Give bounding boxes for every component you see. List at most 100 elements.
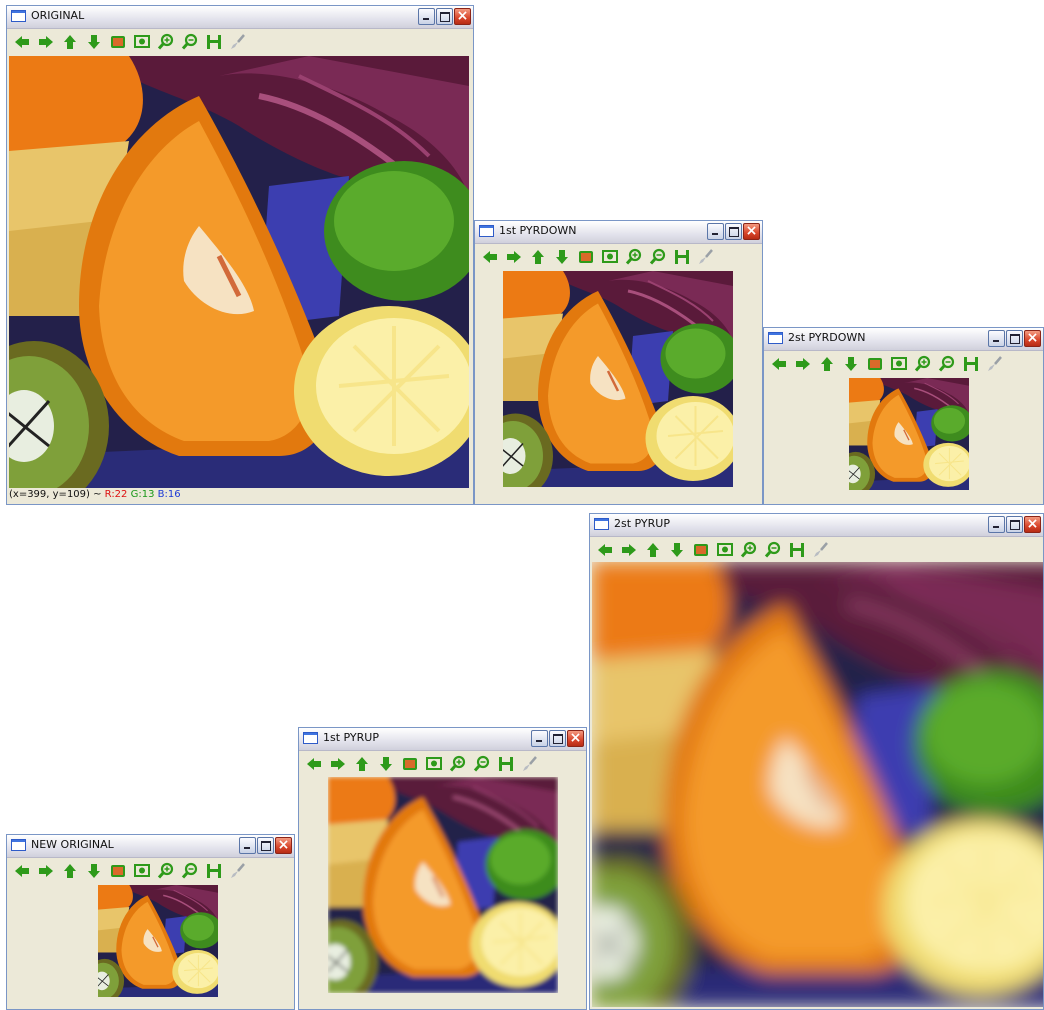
zoom-in-icon[interactable]	[914, 355, 932, 373]
zoom-out-icon[interactable]	[181, 33, 199, 51]
save-icon[interactable]	[788, 541, 806, 559]
properties-brush-icon[interactable]	[986, 355, 1004, 373]
arrow-down-icon[interactable]	[85, 862, 103, 880]
arrow-right-icon[interactable]	[620, 541, 638, 559]
title-bar[interactable]: 1st PYRDOWN ×	[475, 221, 762, 244]
toolbar	[299, 751, 586, 777]
maximize-button[interactable]	[725, 223, 742, 240]
arrow-left-icon[interactable]	[13, 33, 31, 51]
zoom-region-icon[interactable]	[890, 355, 908, 373]
zoom-out-icon[interactable]	[764, 541, 782, 559]
properties-brush-icon[interactable]	[812, 541, 830, 559]
minimize-button[interactable]	[531, 730, 548, 747]
close-button[interactable]: ×	[743, 223, 760, 240]
maximize-button[interactable]	[549, 730, 566, 747]
arrow-right-icon[interactable]	[37, 33, 55, 51]
image-canvas[interactable]	[328, 777, 558, 993]
window-icon	[11, 10, 26, 22]
save-icon[interactable]	[962, 355, 980, 373]
properties-brush-icon[interactable]	[521, 755, 539, 773]
title-bar[interactable]: 1st PYRUP ×	[299, 728, 586, 751]
close-button[interactable]: ×	[275, 837, 292, 854]
arrow-down-icon[interactable]	[85, 33, 103, 51]
arrow-left-icon[interactable]	[770, 355, 788, 373]
fit-image-icon[interactable]	[401, 755, 419, 773]
zoom-region-icon[interactable]	[601, 248, 619, 266]
image-canvas[interactable]	[503, 271, 733, 487]
status-coords: (x=399, y=109) ~	[9, 489, 105, 500]
save-icon[interactable]	[205, 33, 223, 51]
save-icon[interactable]	[497, 755, 515, 773]
minimize-button[interactable]	[418, 8, 435, 25]
fit-image-icon[interactable]	[866, 355, 884, 373]
title-bar[interactable]: ORIGINAL ×	[7, 6, 473, 29]
maximize-button[interactable]	[257, 837, 274, 854]
title-bar[interactable]: 2st PYRUP ×	[590, 514, 1043, 537]
zoom-region-icon[interactable]	[133, 33, 151, 51]
minimize-button[interactable]	[988, 330, 1005, 347]
window-icon	[594, 518, 609, 530]
zoom-region-icon[interactable]	[133, 862, 151, 880]
maximize-button[interactable]	[1006, 516, 1023, 533]
window-pyrdown-2: 2st PYRDOWN ×	[763, 327, 1044, 505]
image-canvas[interactable]	[9, 56, 469, 488]
arrow-up-icon[interactable]	[529, 248, 547, 266]
arrow-up-icon[interactable]	[818, 355, 836, 373]
minimize-button[interactable]	[988, 516, 1005, 533]
arrow-right-icon[interactable]	[794, 355, 812, 373]
maximize-button[interactable]	[1006, 330, 1023, 347]
arrow-up-icon[interactable]	[353, 755, 371, 773]
fit-image-icon[interactable]	[109, 33, 127, 51]
save-icon[interactable]	[205, 862, 223, 880]
image-canvas[interactable]	[592, 562, 1044, 1007]
arrow-left-icon[interactable]	[305, 755, 323, 773]
image-canvas[interactable]	[98, 885, 218, 997]
arrow-up-icon[interactable]	[61, 33, 79, 51]
arrow-right-icon[interactable]	[329, 755, 347, 773]
minimize-button[interactable]	[239, 837, 256, 854]
zoom-in-icon[interactable]	[449, 755, 467, 773]
close-button[interactable]: ×	[1024, 330, 1041, 347]
zoom-out-icon[interactable]	[938, 355, 956, 373]
zoom-out-icon[interactable]	[473, 755, 491, 773]
arrow-down-icon[interactable]	[842, 355, 860, 373]
fit-image-icon[interactable]	[577, 248, 595, 266]
arrow-right-icon[interactable]	[37, 862, 55, 880]
arrow-down-icon[interactable]	[377, 755, 395, 773]
arrow-up-icon[interactable]	[61, 862, 79, 880]
zoom-in-icon[interactable]	[157, 862, 175, 880]
close-button[interactable]: ×	[567, 730, 584, 747]
window-title: 2st PYRDOWN	[788, 331, 866, 344]
window-original: ORIGINAL × (x=399, y=109) ~ R:22 G:13 B:…	[6, 5, 474, 505]
fit-image-icon[interactable]	[692, 541, 710, 559]
toolbar	[7, 858, 294, 884]
close-button[interactable]: ×	[454, 8, 471, 25]
zoom-in-icon[interactable]	[740, 541, 758, 559]
arrow-down-icon[interactable]	[553, 248, 571, 266]
arrow-right-icon[interactable]	[505, 248, 523, 266]
minimize-button[interactable]	[707, 223, 724, 240]
window-new-original: NEW ORIGINAL ×	[6, 834, 295, 1010]
fit-image-icon[interactable]	[109, 862, 127, 880]
properties-brush-icon[interactable]	[229, 33, 247, 51]
window-icon	[768, 332, 783, 344]
zoom-out-icon[interactable]	[181, 862, 199, 880]
zoom-region-icon[interactable]	[425, 755, 443, 773]
zoom-region-icon[interactable]	[716, 541, 734, 559]
arrow-down-icon[interactable]	[668, 541, 686, 559]
zoom-out-icon[interactable]	[649, 248, 667, 266]
title-bar[interactable]: 2st PYRDOWN ×	[764, 328, 1043, 351]
properties-brush-icon[interactable]	[229, 862, 247, 880]
zoom-in-icon[interactable]	[625, 248, 643, 266]
title-bar[interactable]: NEW ORIGINAL ×	[7, 835, 294, 858]
close-button[interactable]: ×	[1024, 516, 1041, 533]
image-canvas[interactable]	[849, 378, 969, 490]
properties-brush-icon[interactable]	[697, 248, 715, 266]
arrow-left-icon[interactable]	[13, 862, 31, 880]
maximize-button[interactable]	[436, 8, 453, 25]
zoom-in-icon[interactable]	[157, 33, 175, 51]
save-icon[interactable]	[673, 248, 691, 266]
arrow-left-icon[interactable]	[481, 248, 499, 266]
arrow-left-icon[interactable]	[596, 541, 614, 559]
arrow-up-icon[interactable]	[644, 541, 662, 559]
